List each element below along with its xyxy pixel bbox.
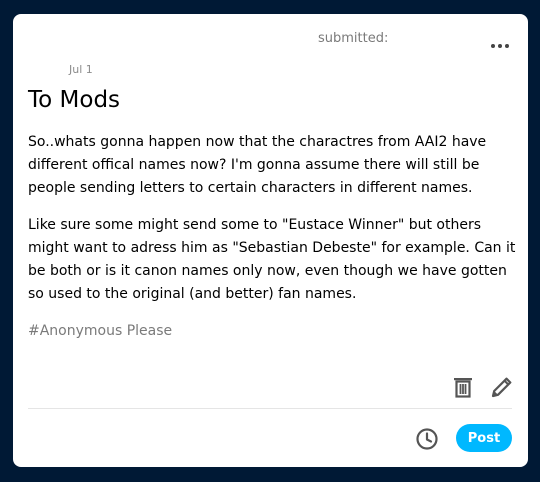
- post-paragraph: Like sure some might send some to "Eusta…: [28, 217, 516, 302]
- footer-divider: [28, 408, 512, 409]
- post-body: So..whats gonna happen now that the char…: [28, 131, 518, 320]
- post-title: To Mods: [28, 87, 121, 113]
- pencil-icon[interactable]: [490, 375, 514, 399]
- more-options-button[interactable]: [486, 36, 514, 56]
- clock-icon[interactable]: [415, 427, 439, 451]
- post-paragraph: So..whats gonna happen now that the char…: [28, 134, 487, 196]
- more-options-icon-dot: [505, 44, 509, 48]
- trash-icon[interactable]: [452, 375, 474, 399]
- post-button[interactable]: Post: [456, 424, 512, 452]
- post-header: Jul 1 submitted:: [13, 14, 528, 84]
- post-date: Jul 1: [69, 63, 93, 76]
- more-options-icon: [491, 44, 495, 48]
- post-card: Jul 1 submitted: To Mods So..whats gonna…: [13, 14, 528, 467]
- more-options-icon-dot: [498, 44, 502, 48]
- post-tag[interactable]: #Anonymous Please: [28, 323, 172, 339]
- submitted-label: submitted:: [318, 31, 389, 46]
